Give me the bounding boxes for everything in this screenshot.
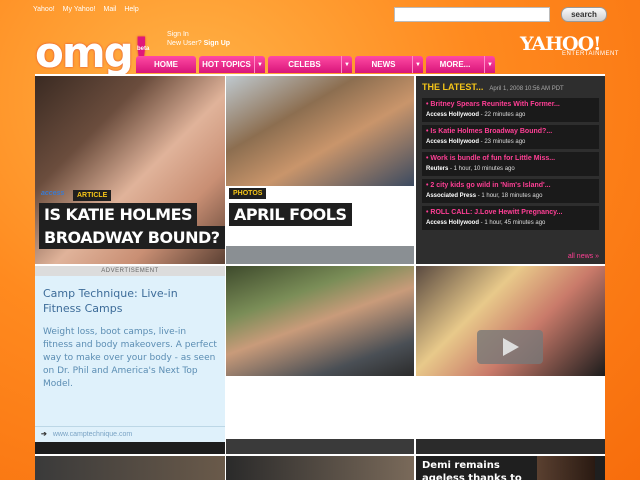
news-time: - 1 hour, 18 minutes ago (476, 193, 543, 199)
news-source: Reuters (426, 166, 449, 172)
new-user-label: New User? (167, 40, 202, 47)
video-thumbnail-strip (416, 439, 605, 454)
signup-link[interactable]: Sign Up (204, 40, 230, 47)
chevron-down-icon[interactable]: ▼ (254, 56, 265, 73)
yahoo-entertainment-label: ENTERTAINMENT (562, 51, 619, 57)
demi-headline[interactable]: Demi remains ageless thanks to (422, 459, 522, 480)
news-source: Access Hollywood (426, 220, 480, 226)
tab-news-label: NEWS (371, 60, 396, 69)
logo-text: omg (35, 28, 134, 77)
ad-text: Weight loss, boot camps, live-in fitness… (43, 327, 217, 389)
top-link-yahoo[interactable]: Yahoo! (33, 6, 55, 13)
tab-news[interactable]: NEWS ▼ (355, 56, 423, 73)
ad-title[interactable]: Camp Technique: Live-in Fitness Camps (43, 286, 217, 316)
tab-celebs[interactable]: CELEBS ▼ (268, 56, 352, 73)
april-fools-headline[interactable]: APRIL FOOLS (229, 203, 352, 226)
news-title[interactable]: Work is bundle of fun for Little Miss... (426, 154, 595, 164)
news-title[interactable]: Britney Spears Reunites With Former... (426, 100, 595, 110)
search-button[interactable]: search (561, 7, 607, 22)
news-item[interactable]: Britney Spears Reunites With Former... A… (422, 98, 599, 122)
tab-more-label: MORE... (439, 60, 471, 69)
katie-headline-line1: IS KATIE HOLMES (39, 203, 198, 226)
news-time: - 22 minutes ago (479, 112, 526, 118)
chevron-down-icon[interactable]: ▼ (341, 56, 352, 73)
news-title[interactable]: Is Katie Holmes Broadway Bound?... (426, 127, 595, 137)
latest-news-panel: THE LATEST... April 1, 2008 10:56 AM PDT … (416, 76, 605, 264)
beta-badge: beta (137, 46, 150, 52)
search-input[interactable] (394, 7, 550, 22)
feature-video-thumbnail[interactable] (416, 266, 605, 376)
advertisement[interactable]: ADVERTISEMENT Camp Technique: Live-in Fi… (35, 266, 225, 454)
photos-label: PHOTOS (229, 188, 267, 199)
feature-katie-holmes[interactable]: access ARTICLE IS KATIE HOLMES BROADWAY … (35, 76, 225, 264)
news-title[interactable]: 2 city kids go wild in 'Nim's Island'... (426, 181, 595, 191)
news-source: Associated Press (426, 193, 477, 199)
news-meta: Associated Press - 1 hour, 18 minutes ag… (426, 191, 595, 201)
top-links: Yahoo! My Yahoo! Mail Help (33, 6, 139, 13)
feature-april-fools-photo[interactable] (226, 76, 414, 186)
latest-title: THE LATEST... (422, 82, 484, 92)
chevron-down-icon[interactable]: ▼ (412, 56, 423, 73)
chevron-down-icon[interactable]: ▼ (484, 56, 495, 73)
play-icon[interactable] (477, 330, 543, 364)
news-meta: Access Hollywood - 22 minutes ago (426, 110, 595, 120)
bottom-thumbnail[interactable] (35, 456, 225, 480)
arrow-right-icon: ➔ (41, 431, 47, 438)
feature-photo-man-cap[interactable] (226, 266, 414, 376)
content-grid: access ARTICLE IS KATIE HOLMES BROADWAY … (35, 74, 605, 480)
news-item[interactable]: Work is bundle of fun for Little Miss...… (422, 152, 599, 176)
tab-home-label: HOME (154, 60, 178, 69)
latest-timestamp: April 1, 2008 10:56 AM PDT (489, 86, 564, 92)
demi-photo (537, 456, 595, 480)
main-nav: HOME HOT TOPICS ▼ CELEBS ▼ NEWS ▼ MORE... ▼ (136, 56, 495, 73)
news-time: - 23 minutes ago (479, 139, 526, 145)
ad-url-row[interactable]: ➔ www.camptechnique.com (35, 426, 225, 442)
demi-headline-line2: ageless thanks to (422, 473, 522, 480)
demi-headline-line1: Demi remains (422, 460, 500, 471)
news-meta: Access Hollywood - 1 hour, 45 minutes ag… (426, 218, 595, 228)
feature-photo-strip (226, 439, 414, 454)
tab-celebs-label: CELEBS (288, 60, 321, 69)
bottom-thumbnail[interactable] (226, 456, 414, 480)
article-label: ARTICLE (73, 190, 112, 201)
news-meta: Reuters - 1 hour, 10 minutes ago (426, 164, 595, 174)
ad-body[interactable]: Camp Technique: Live-in Fitness Camps We… (35, 276, 225, 426)
tab-hot-topics[interactable]: HOT TOPICS ▼ (199, 56, 265, 73)
tab-more[interactable]: MORE... ▼ (426, 56, 495, 73)
news-source: Access Hollywood (426, 112, 480, 118)
april-fools-photo-strip (226, 246, 414, 264)
news-meta: Access Hollywood - 23 minutes ago (426, 137, 595, 147)
signin-area: Sign In New User? Sign Up (167, 30, 230, 48)
bottom-story-demi[interactable]: Demi remains ageless thanks to (416, 456, 605, 480)
news-source: Access Hollywood (426, 139, 480, 145)
news-item[interactable]: 2 city kids go wild in 'Nim's Island'...… (422, 179, 599, 203)
ad-url[interactable]: www.camptechnique.com (53, 431, 132, 438)
access-hollywood-logo: access (41, 190, 65, 197)
signin-link[interactable]: Sign In (167, 30, 230, 39)
tab-home[interactable]: HOME (136, 56, 196, 73)
top-link-help[interactable]: Help (124, 6, 138, 13)
top-link-mail[interactable]: Mail (104, 6, 117, 13)
news-time: - 1 hour, 45 minutes ago (479, 220, 546, 226)
omg-logo[interactable]: omg! (35, 28, 151, 77)
news-title[interactable]: ROLL CALL: J.Love Hewitt Pregnancy... (426, 208, 595, 218)
news-time: - 1 hour, 10 minutes ago (448, 166, 515, 172)
news-item[interactable]: Is Katie Holmes Broadway Bound?... Acces… (422, 125, 599, 149)
latest-header: THE LATEST... April 1, 2008 10:56 AM PDT (416, 76, 605, 96)
ad-label: ADVERTISEMENT (35, 266, 225, 276)
top-link-my-yahoo[interactable]: My Yahoo! (63, 6, 96, 13)
tab-hot-topics-label: HOT TOPICS (202, 60, 251, 69)
all-news-link[interactable]: all news » (568, 253, 599, 260)
news-item[interactable]: ROLL CALL: J.Love Hewitt Pregnancy... Ac… (422, 206, 599, 230)
katie-headline-line2: BROADWAY BOUND? (39, 226, 225, 249)
